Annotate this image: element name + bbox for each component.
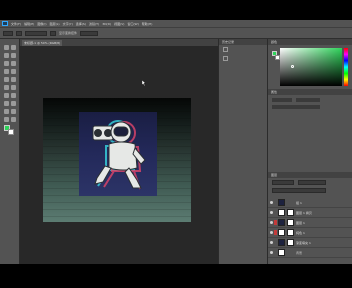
layer-row[interactable]: 图层 1 bbox=[268, 218, 352, 228]
astronaut-illustration bbox=[92, 120, 146, 190]
color-picker-marker[interactable] bbox=[291, 65, 294, 68]
history-brush-icon[interactable] bbox=[11, 77, 16, 82]
layer-thumbnail bbox=[278, 209, 285, 216]
history-icon[interactable] bbox=[223, 47, 228, 52]
visibility-eye-icon[interactable] bbox=[270, 231, 273, 234]
eraser-tool-icon[interactable] bbox=[4, 85, 9, 90]
layer-name: 纯色 1 bbox=[296, 231, 305, 235]
shape-tool-icon[interactable] bbox=[11, 109, 16, 114]
visibility-eye-icon[interactable] bbox=[270, 251, 273, 254]
blur-tool-icon[interactable] bbox=[4, 93, 9, 98]
pen-tool-icon[interactable] bbox=[4, 101, 9, 106]
stamp-tool-icon[interactable] bbox=[4, 77, 9, 82]
marquee-tool-icon[interactable] bbox=[11, 45, 16, 50]
background-color-swatch[interactable] bbox=[8, 129, 14, 135]
properties-field-3[interactable] bbox=[272, 105, 320, 109]
mouse-cursor-icon bbox=[142, 80, 146, 86]
menu-bar: 文件(F) 编辑(E) 图像(I) 图层(L) 文字(Y) 选择(S) 滤镜(T… bbox=[0, 20, 352, 27]
menu-filter[interactable]: 滤镜(T) bbox=[89, 22, 99, 26]
quick-select-tool-icon[interactable] bbox=[11, 53, 16, 58]
align-buttons[interactable] bbox=[80, 30, 99, 36]
hue-slider[interactable] bbox=[344, 48, 348, 86]
menu-select[interactable]: 选择(S) bbox=[76, 22, 86, 26]
visibility-eye-icon[interactable] bbox=[270, 211, 273, 214]
lasso-tool-icon[interactable] bbox=[4, 53, 9, 58]
menu-window[interactable]: 窗口(W) bbox=[127, 22, 138, 26]
crop-tool-icon[interactable] bbox=[4, 61, 9, 66]
show-transform-checkbox[interactable] bbox=[50, 30, 56, 36]
layer-row[interactable]: 图层 1 拷贝 bbox=[268, 208, 352, 218]
layer-name: 图层 1 拷贝 bbox=[296, 211, 312, 215]
layer-thumbnail bbox=[278, 199, 285, 206]
photoshop-logo-icon bbox=[2, 21, 8, 26]
menu-image[interactable]: 图像(I) bbox=[37, 22, 46, 26]
layer-thumbnail bbox=[278, 249, 285, 256]
properties-field-2[interactable] bbox=[296, 98, 320, 102]
layers-panel-header[interactable]: 图层 bbox=[268, 172, 352, 178]
history-panel-header[interactable]: 历史记录 bbox=[219, 39, 267, 45]
opacity-field[interactable] bbox=[272, 188, 326, 193]
tools-panel bbox=[0, 39, 20, 264]
type-tool-icon[interactable] bbox=[11, 101, 16, 106]
properties-panel-header[interactable]: 属性 bbox=[268, 89, 352, 95]
color-panel-header[interactable]: 颜色 bbox=[268, 39, 352, 45]
dodge-tool-icon[interactable] bbox=[11, 93, 16, 98]
layer-thumbnail bbox=[278, 239, 285, 246]
blend-mode-dropdown[interactable] bbox=[298, 180, 326, 185]
layer-mask-thumbnail bbox=[287, 219, 294, 226]
layer-name: 图层 1 bbox=[296, 221, 305, 225]
move-tool-icon[interactable] bbox=[4, 45, 9, 50]
properties-icon[interactable] bbox=[223, 56, 228, 61]
auto-select-dropdown[interactable] bbox=[25, 30, 47, 36]
healing-tool-icon[interactable] bbox=[4, 69, 9, 74]
menu-type[interactable]: 文字(Y) bbox=[63, 22, 73, 26]
layer-thumbnail bbox=[278, 229, 285, 236]
auto-select-checkbox[interactable] bbox=[16, 30, 22, 36]
tool-preset-picker[interactable] bbox=[3, 30, 13, 36]
gradient-tool-icon[interactable] bbox=[11, 85, 16, 90]
visibility-eye-icon[interactable] bbox=[270, 221, 273, 224]
path-select-icon[interactable] bbox=[4, 109, 9, 114]
layer-name: 渐变填充 1 bbox=[296, 241, 311, 245]
options-bar: 显示变换控件 bbox=[0, 27, 352, 39]
menu-view[interactable]: 视图(V) bbox=[114, 22, 124, 26]
layer-mask-thumbnail bbox=[287, 209, 294, 216]
properties-field-1[interactable] bbox=[272, 98, 292, 102]
layer-name: 背景 bbox=[296, 251, 303, 255]
visibility-eye-icon[interactable] bbox=[270, 241, 273, 244]
brush-tool-icon[interactable] bbox=[11, 69, 16, 74]
history-panel: 历史记录 bbox=[218, 39, 267, 264]
layer-row[interactable]: 组 1 bbox=[268, 198, 352, 208]
layer-name: 组 1 bbox=[296, 201, 302, 205]
menu-help[interactable]: 帮助(H) bbox=[142, 22, 153, 26]
layer-color-tag bbox=[274, 230, 277, 235]
layer-row[interactable]: 背景 bbox=[268, 248, 352, 258]
menu-file[interactable]: 文件(F) bbox=[11, 22, 21, 26]
layer-mask-thumbnail bbox=[287, 239, 294, 246]
menu-3d[interactable]: 3D(D) bbox=[102, 22, 111, 26]
menu-layer[interactable]: 图层(L) bbox=[50, 22, 60, 26]
layer-row[interactable]: 渐变填充 1 bbox=[268, 238, 352, 248]
eyedropper-tool-icon[interactable] bbox=[11, 61, 16, 66]
show-transform-label: 显示变换控件 bbox=[59, 31, 78, 35]
layer-color-tag bbox=[274, 220, 277, 225]
layer-filter-dropdown[interactable] bbox=[272, 180, 294, 185]
menu-edit[interactable]: 编辑(E) bbox=[24, 22, 34, 26]
zoom-tool-icon[interactable] bbox=[11, 117, 16, 122]
visibility-eye-icon[interactable] bbox=[270, 201, 273, 204]
hand-tool-icon[interactable] bbox=[4, 117, 9, 122]
layer-mask-thumbnail bbox=[287, 229, 294, 236]
layer-thumbnail bbox=[278, 219, 285, 226]
layer-row[interactable]: 纯色 1 bbox=[268, 228, 352, 238]
color-field[interactable] bbox=[280, 48, 342, 86]
